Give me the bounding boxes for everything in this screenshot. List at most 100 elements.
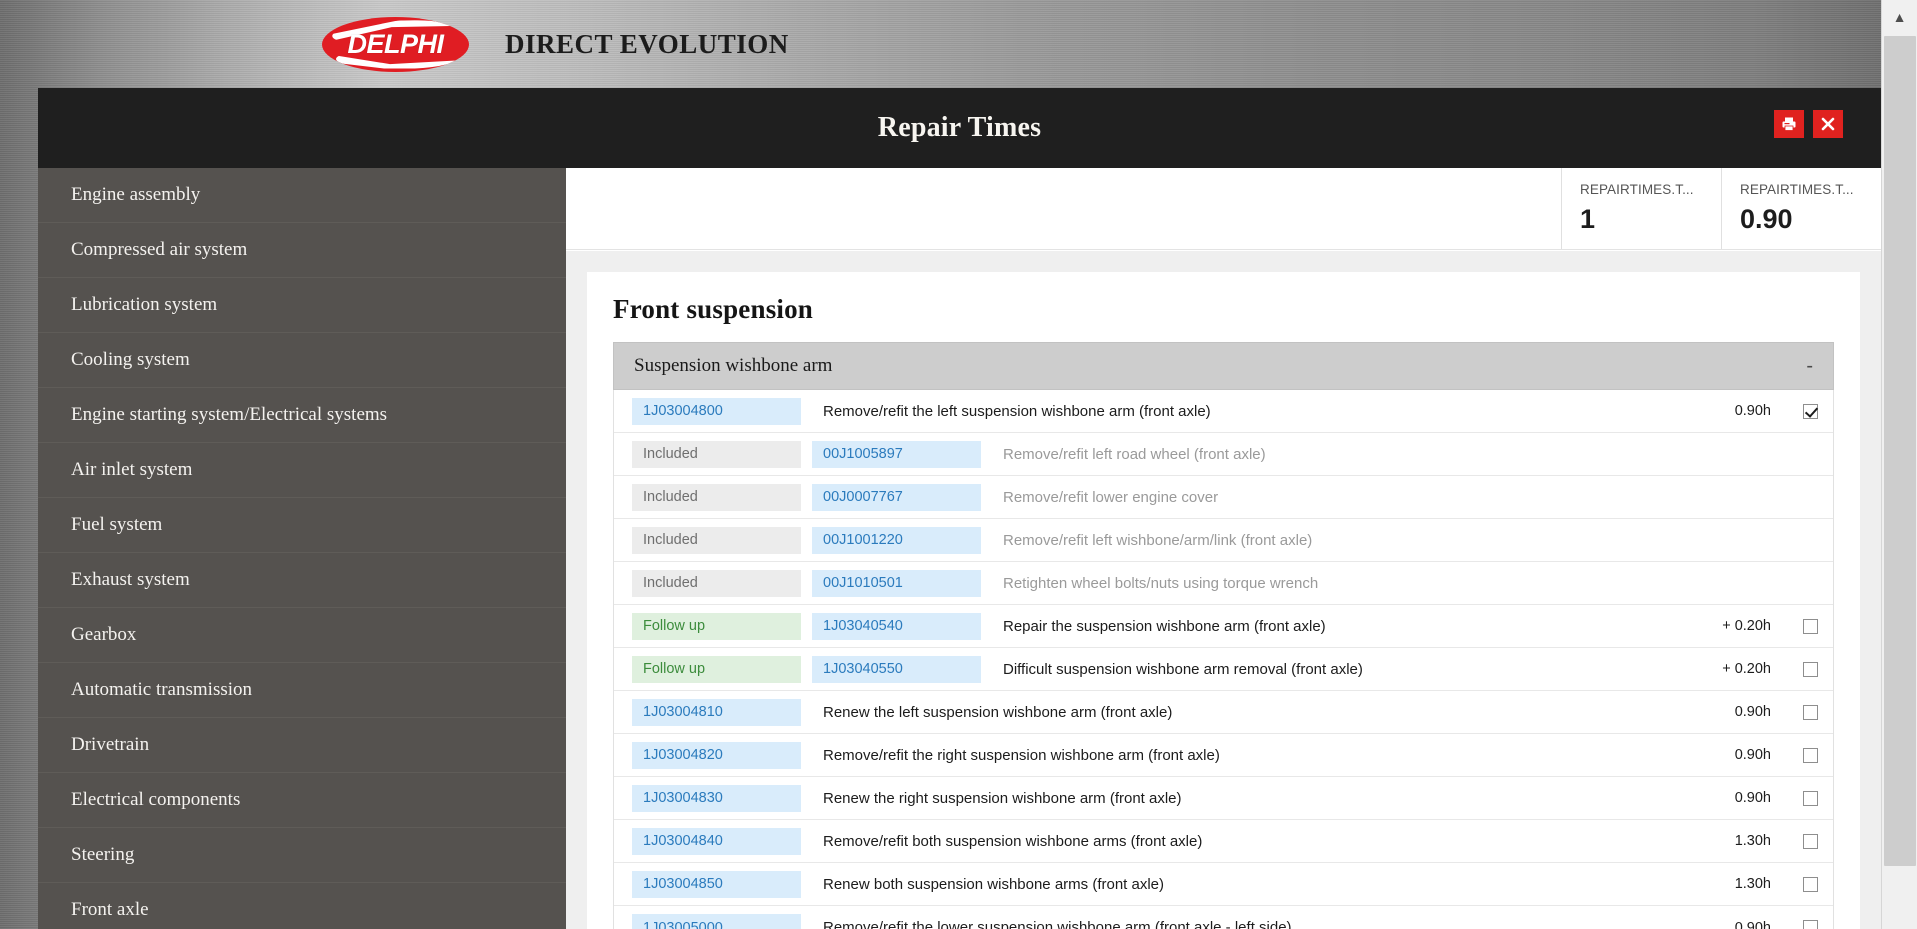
table-row[interactable]: Follow up 1J03040550Difficult suspension … bbox=[614, 648, 1833, 691]
brand-tagline: DIRECT EVOLUTION bbox=[505, 29, 789, 60]
row-checkbox-cell bbox=[1797, 834, 1823, 849]
operation-code[interactable]: 1J03004810 bbox=[632, 699, 801, 726]
operation-time: 1.30h bbox=[1711, 876, 1797, 892]
content-card: Front suspension Suspension wishbone arm… bbox=[587, 272, 1860, 929]
sidebar-item-automatic-transmission[interactable]: Automatic transmission bbox=[38, 663, 566, 718]
operation-description: Remove/refit left road wheel (front axle… bbox=[981, 446, 1711, 463]
sidebar-item-label: Lubrication system bbox=[71, 294, 217, 316]
close-button[interactable] bbox=[1813, 110, 1843, 138]
sidebar-item-label: Air inlet system bbox=[71, 459, 192, 481]
group-header-suspension-wishbone-arm[interactable]: Suspension wishbone arm - bbox=[613, 342, 1834, 390]
operation-code[interactable]: 1J03040540 bbox=[812, 613, 981, 640]
page-scrollbar[interactable]: ▲ bbox=[1881, 0, 1917, 929]
select-operation-checkbox[interactable] bbox=[1803, 791, 1818, 806]
operation-description: Renew both suspension wishbone arms (fro… bbox=[801, 876, 1711, 893]
table-row[interactable]: 1J03004850Renew both suspension wishbone… bbox=[614, 863, 1833, 906]
operation-time: 0.90h bbox=[1711, 920, 1797, 929]
scroll-up-arrow-icon[interactable]: ▲ bbox=[1882, 0, 1917, 34]
operation-description: Renew the left suspension wishbone arm (… bbox=[801, 704, 1711, 721]
sidebar-item-compressed-air-system[interactable]: Compressed air system bbox=[38, 223, 566, 278]
operation-description: Remove/refit the lower suspension wishbo… bbox=[801, 919, 1711, 929]
table-row[interactable]: 1J03004820Remove/refit the right suspens… bbox=[614, 734, 1833, 777]
table-row[interactable]: Included00J1005897Remove/refit left road… bbox=[614, 433, 1833, 476]
sidebar-item-cooling-system[interactable]: Cooling system bbox=[38, 333, 566, 388]
sidebar-item-label: Fuel system bbox=[71, 514, 162, 536]
print-button[interactable] bbox=[1774, 110, 1804, 138]
summary-metric-value: 0.90 bbox=[1740, 204, 1881, 235]
table-row[interactable]: 1J03004800Remove/refit the left suspensi… bbox=[614, 390, 1833, 433]
follow-up-tag: Follow up bbox=[632, 656, 801, 683]
table-row[interactable]: 1J03004840Remove/refit both suspension w… bbox=[614, 820, 1833, 863]
modal-actions bbox=[1774, 110, 1843, 138]
operation-code[interactable]: 00J1001220 bbox=[812, 527, 981, 554]
sidebar-item-label: Compressed air system bbox=[71, 239, 247, 261]
section-title: Front suspension bbox=[613, 294, 1834, 325]
sidebar-item-exhaust-system[interactable]: Exhaust system bbox=[38, 553, 566, 608]
delphi-logo-mark: DELPHI bbox=[322, 17, 469, 72]
printer-icon bbox=[1781, 116, 1797, 132]
operation-code[interactable]: 1J03005000 bbox=[632, 914, 801, 929]
sidebar-item-engine-starting-system-electrical-systems[interactable]: Engine starting system/Electrical system… bbox=[38, 388, 566, 443]
operation-code[interactable]: 1J03004820 bbox=[632, 742, 801, 769]
sidebar-item-drivetrain[interactable]: Drivetrain bbox=[38, 718, 566, 773]
sidebar-item-front-axle[interactable]: Front axle bbox=[38, 883, 566, 929]
table-row[interactable]: 1J03004830Renew the right suspension wis… bbox=[614, 777, 1833, 820]
sidebar-item-label: Cooling system bbox=[71, 349, 190, 371]
select-operation-checkbox[interactable] bbox=[1803, 662, 1818, 677]
table-row[interactable]: 1J03004810Renew the left suspension wish… bbox=[614, 691, 1833, 734]
summary-metric-value: 1 bbox=[1580, 204, 1721, 235]
operation-code[interactable]: 1J03040550 bbox=[812, 656, 981, 683]
select-operation-checkbox[interactable] bbox=[1803, 877, 1818, 892]
select-operation-checkbox[interactable] bbox=[1803, 748, 1818, 763]
sidebar-item-engine-assembly[interactable]: Engine assembly bbox=[38, 168, 566, 223]
select-operation-checkbox[interactable] bbox=[1803, 619, 1818, 634]
sidebar-item-lubrication-system[interactable]: Lubrication system bbox=[38, 278, 566, 333]
operation-description: Repair the suspension wishbone arm (fron… bbox=[981, 618, 1711, 635]
page-title: Repair Times bbox=[878, 112, 1041, 144]
row-checkbox-cell bbox=[1797, 662, 1823, 677]
included-tag: Included bbox=[632, 570, 801, 597]
operation-code[interactable]: 1J03004850 bbox=[632, 871, 801, 898]
collapse-toggle-icon[interactable]: - bbox=[1806, 356, 1817, 376]
operation-description: Renew the right suspension wishbone arm … bbox=[801, 790, 1711, 807]
operation-code[interactable]: 1J03004840 bbox=[632, 828, 801, 855]
select-operation-checkbox[interactable] bbox=[1803, 705, 1818, 720]
logo-wordmark: DELPHI bbox=[347, 29, 443, 60]
included-tag: Included bbox=[632, 527, 801, 554]
operation-time: + 0.20h bbox=[1711, 661, 1797, 677]
sidebar-item-electrical-components[interactable]: Electrical components bbox=[38, 773, 566, 828]
select-operation-checkbox[interactable] bbox=[1803, 834, 1818, 849]
operation-description: Difficult suspension wishbone arm remova… bbox=[981, 661, 1711, 678]
operation-code[interactable]: 00J0007767 bbox=[812, 484, 981, 511]
operation-description: Remove/refit the right suspension wishbo… bbox=[801, 747, 1711, 764]
sidebar-item-label: Front axle bbox=[71, 899, 149, 921]
sidebar-item-label: Engine assembly bbox=[71, 184, 200, 206]
table-row[interactable]: Included00J1001220Remove/refit left wish… bbox=[614, 519, 1833, 562]
table-row[interactable]: Included00J0007767Remove/refit lower eng… bbox=[614, 476, 1833, 519]
select-operation-checkbox[interactable] bbox=[1803, 404, 1818, 419]
scrollbar-thumb[interactable] bbox=[1884, 36, 1916, 866]
operation-code[interactable]: 00J1005897 bbox=[812, 441, 981, 468]
row-checkbox-cell bbox=[1797, 404, 1823, 419]
table-row[interactable]: Included 00J1010501Retighten wheel bolts/… bbox=[614, 562, 1833, 605]
sidebar-item-gearbox[interactable]: Gearbox bbox=[38, 608, 566, 663]
summary-metric-2: REPAIRTIMES.T...0.90 bbox=[1721, 168, 1881, 249]
operation-code[interactable]: 1J03004800 bbox=[632, 398, 801, 425]
follow-up-tag: Follow up bbox=[632, 613, 801, 640]
content-scroll-area[interactable]: Front suspension Suspension wishbone arm… bbox=[566, 251, 1881, 929]
sidebar-item-air-inlet-system[interactable]: Air inlet system bbox=[38, 443, 566, 498]
operation-code[interactable]: 1J03004830 bbox=[632, 785, 801, 812]
operation-time: 0.90h bbox=[1711, 790, 1797, 806]
table-row[interactable]: Follow up 1J03040540Repair the suspension… bbox=[614, 605, 1833, 648]
operation-description: Retighten wheel bolts/nuts using torque … bbox=[981, 575, 1711, 592]
sidebar-item-fuel-system[interactable]: Fuel system bbox=[38, 498, 566, 553]
sidebar-item-steering[interactable]: Steering bbox=[38, 828, 566, 883]
table-row[interactable]: 1J03005000Remove/refit the lower suspens… bbox=[614, 906, 1833, 929]
operation-description: Remove/refit both suspension wishbone ar… bbox=[801, 833, 1711, 850]
operation-code[interactable]: 00J1010501 bbox=[812, 570, 981, 597]
sidebar-item-label: Gearbox bbox=[71, 624, 136, 646]
row-checkbox-cell bbox=[1797, 791, 1823, 806]
select-operation-checkbox[interactable] bbox=[1803, 920, 1818, 929]
summary-metric-label: REPAIRTIMES.T... bbox=[1580, 182, 1721, 197]
main-panel: REPAIRTIMES.T... 1REPAIRTIMES.T...0.90 Fr… bbox=[566, 168, 1881, 929]
